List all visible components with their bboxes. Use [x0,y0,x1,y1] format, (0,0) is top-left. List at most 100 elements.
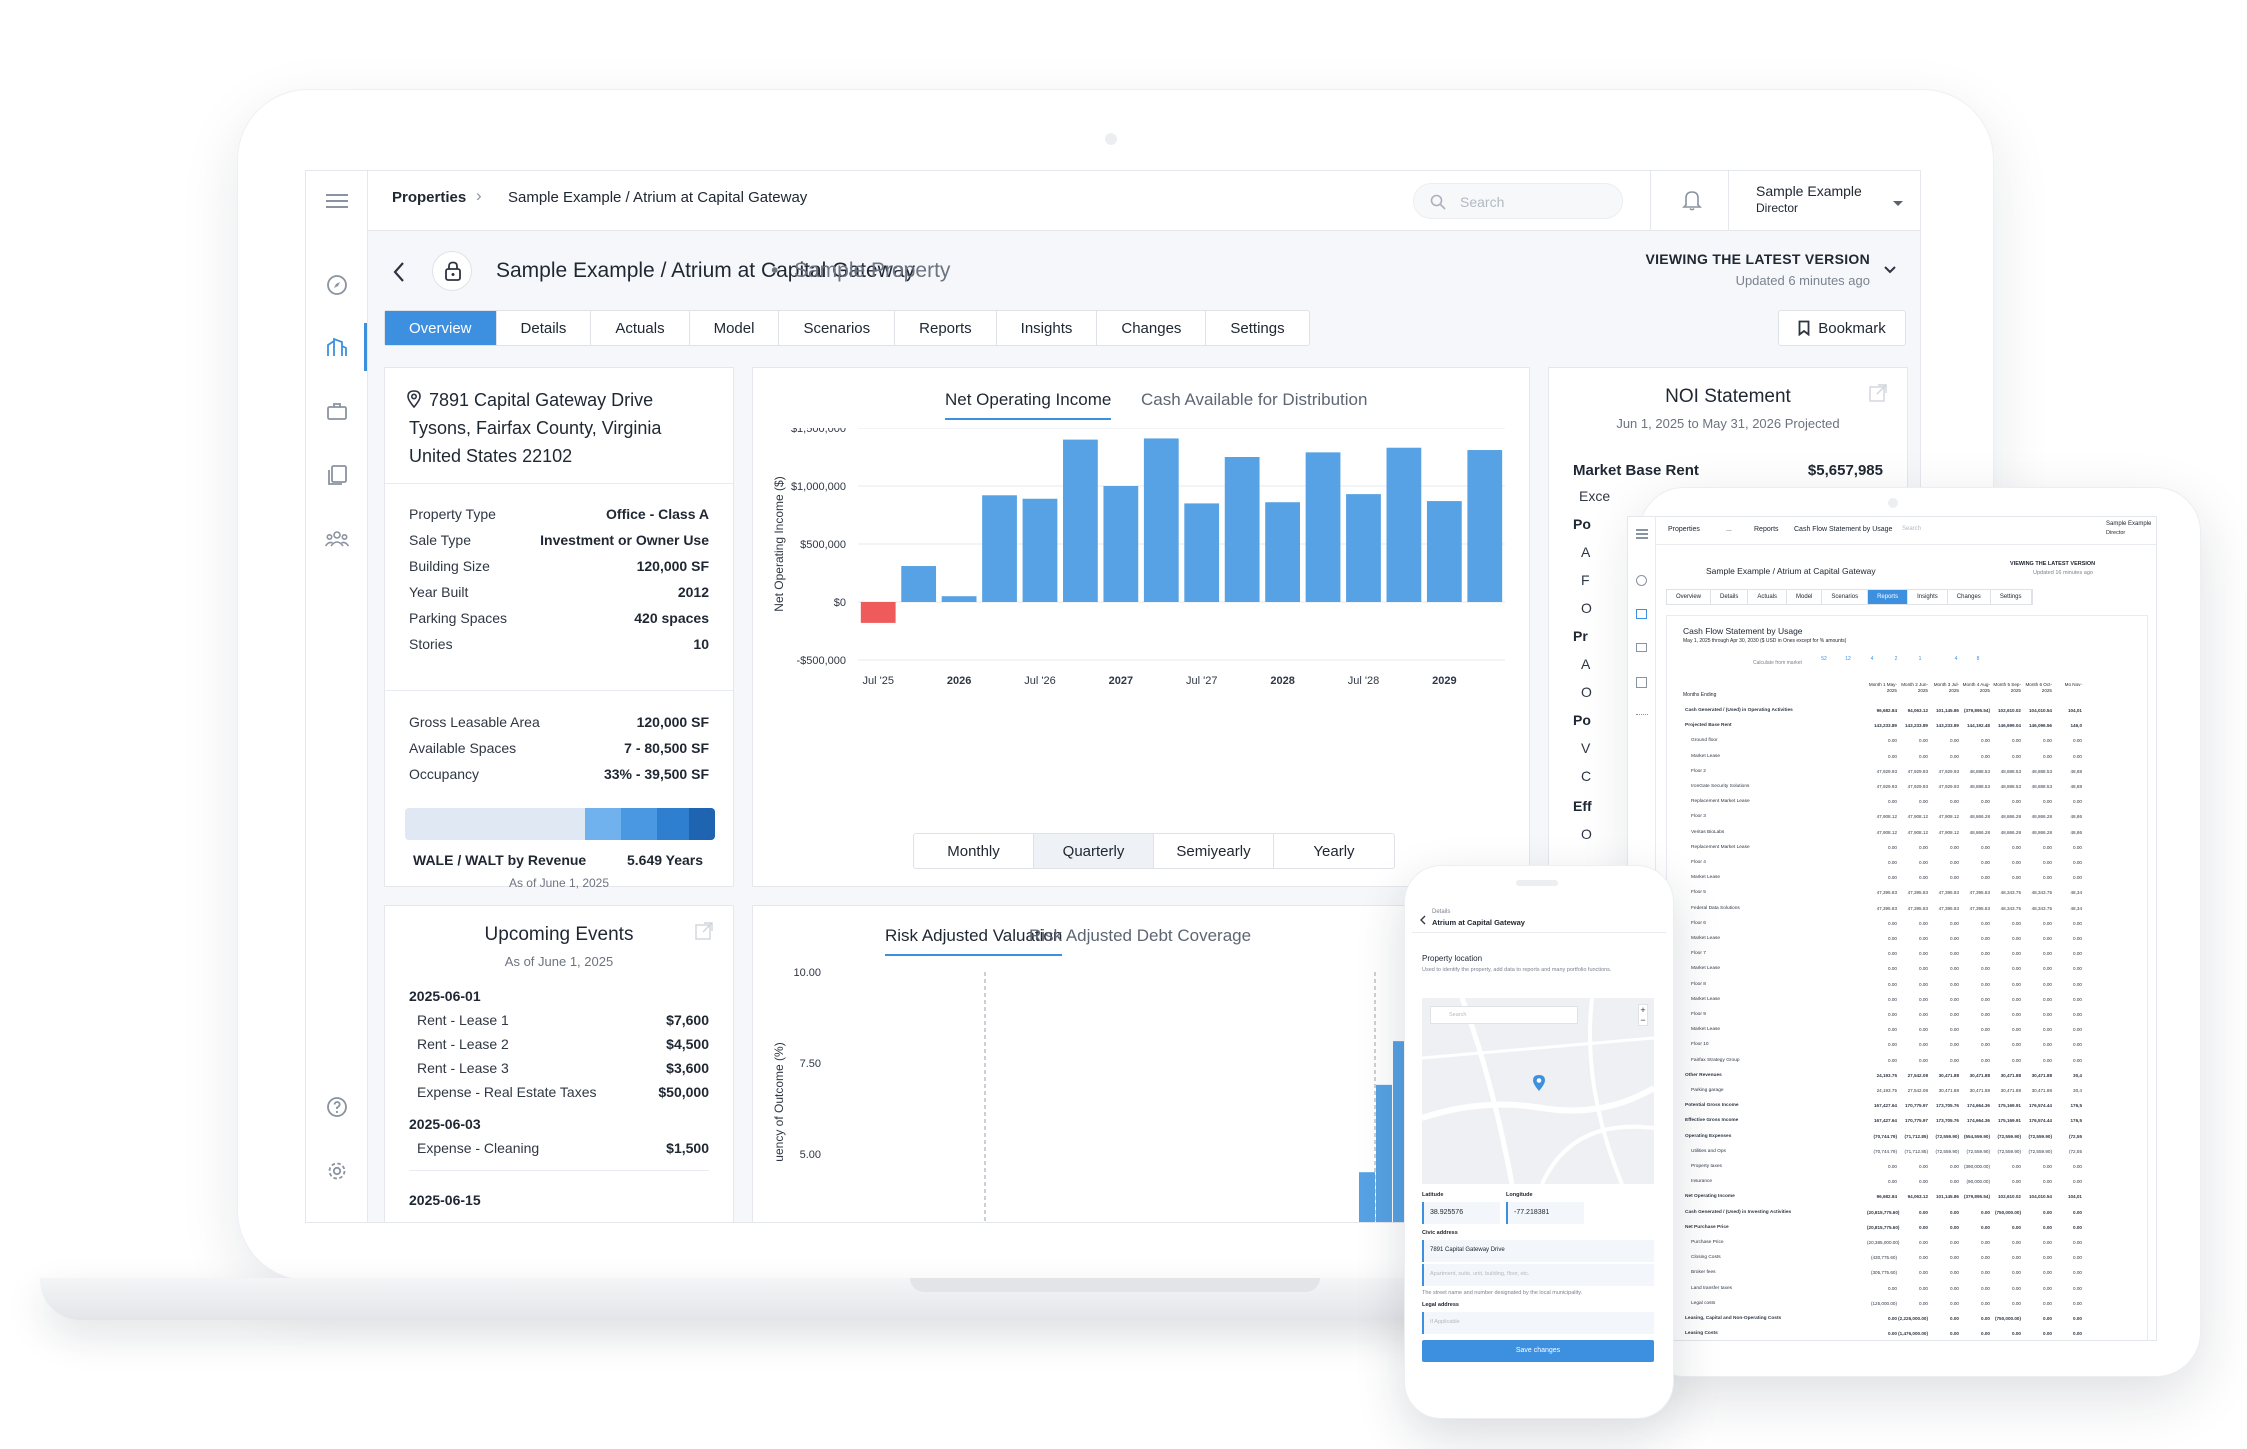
period-semiyearly[interactable]: Semiyearly [1154,834,1274,868]
briefcase-icon[interactable] [323,397,351,425]
gear-icon[interactable] [323,1157,351,1185]
version-selector[interactable]: VIEWING THE LATEST VERSION Updated 6 min… [1645,251,1900,288]
tab-actuals[interactable]: Actuals [591,311,690,345]
location-map[interactable]: Search + − [1422,998,1654,1184]
row-value: 0.00 [2073,966,2082,972]
chevron-down-icon[interactable] [1884,261,1896,279]
civic-address-line2-field[interactable]: Apartment, suite, unit, building, floor,… [1422,1264,1654,1286]
space-label: Occupancy [409,766,480,782]
search-icon [1430,194,1446,210]
period-monthly[interactable]: Monthly [914,834,1034,868]
table-row: Broker fees (305,775.60) 0.00 0.00 0.00 0.00 0… [1685,1270,2143,1280]
row-value: 0.00 [1919,860,1928,865]
bell-icon[interactable] [1682,189,1702,216]
event-value: $3,600 [666,1060,709,1076]
tab-scenarios[interactable]: Scenarios [779,311,896,345]
frequency-toggle[interactable]: 1 [1911,656,1929,662]
team-icon[interactable] [1636,714,1648,719]
tab-insights[interactable]: Insights [997,311,1098,345]
bookmark-button[interactable]: Bookmark [1778,310,1906,346]
tablet-topbar: Properties ... Reports Cash Flow Stateme… [1656,517,2156,545]
buildings-icon[interactable] [1636,609,1647,619]
map-search-input[interactable]: Search [1430,1006,1578,1024]
row-value: 48,343.75 [2000,905,2021,911]
external-link-icon[interactable] [695,922,713,945]
tab-reports[interactable]: Reports [895,311,997,345]
row-value: (72,559.90) [1935,1133,1960,1139]
team-icon[interactable] [323,525,351,553]
breadcrumb-ellipsis[interactable]: ... [1726,526,1732,533]
documents-icon[interactable] [1636,677,1647,688]
period-quarterly[interactable]: Quarterly [1034,834,1154,868]
table-row: Market Lease 0.00 0.00 0.00 0.00 0.00 0.00 0.00 [1685,936,2143,946]
menu-icon[interactable] [1636,529,1648,531]
tablet-tab-actuals[interactable]: Actuals [1748,590,1788,604]
breadcrumb-reports[interactable]: Reports [1754,526,1779,533]
tablet-tab-scenarios[interactable]: Scenarios [1822,590,1869,604]
chevron-down-icon[interactable] [1892,195,1904,213]
compass-icon[interactable] [323,271,351,299]
calculate-from-market-checkbox[interactable]: Calculate from market [1753,660,1802,666]
compass-icon[interactable] [1636,575,1647,586]
civic-address-field[interactable]: 7891 Capital Gateway Drive [1422,1240,1654,1262]
menu-icon[interactable] [323,187,351,215]
events-title: Upcoming Events [484,924,634,945]
event-row: Rent - Lease 1 $7,600 [417,1012,709,1028]
user-name[interactable]: Sample Example [1756,183,1862,199]
frequency-toggle[interactable]: 52 [1815,656,1833,662]
tablet-tab-details[interactable]: Details [1711,590,1749,604]
tab-risk-adjusted-debt-coverage[interactable]: Risk Adjusted Debt Coverage [1029,926,1251,946]
frequency-toggle[interactable]: 2 [1887,656,1905,662]
search-input[interactable]: Search [1902,526,1921,532]
lock-button[interactable] [432,251,472,291]
tablet-tab-changes[interactable]: Changes [1948,590,1991,604]
phone-breadcrumb[interactable]: Details [1432,909,1450,915]
tab-settings[interactable]: Settings [1206,311,1308,345]
legal-address-field[interactable]: If Applicable [1422,1312,1654,1334]
tablet-tab-overview[interactable]: Overview [1667,590,1712,604]
chevron-right-icon: › [476,186,482,205]
space-row: Available Spaces 7 - 80,500 SF [409,740,709,756]
frequency-toggle[interactable]: 4 [1863,656,1881,662]
row-value: 0.00 [1981,966,1990,972]
row-value: (2,226,000.00) [1898,1316,1928,1321]
tab-overview[interactable]: Overview [385,311,497,345]
buildings-icon[interactable] [323,333,351,361]
save-changes-button[interactable]: Save changes [1422,1340,1654,1362]
row-value: (71,712.85) [1904,1148,1929,1154]
external-link-icon[interactable] [1869,384,1887,407]
tablet-version-title[interactable]: VIEWING THE LATEST VERSION [2010,561,2095,567]
latitude-field[interactable]: 38.925576 [1422,1202,1500,1224]
row-value: 0.00 [1888,1057,1897,1063]
period-yearly[interactable]: Yearly [1274,834,1394,868]
breadcrumb-properties[interactable]: Properties [1668,526,1700,533]
frequency-toggle[interactable]: 12 [1839,656,1857,662]
breadcrumb-properties[interactable]: Properties [392,189,466,206]
search-input[interactable]: Search [1413,183,1623,219]
fact-row: Building Size 120,000 SF [409,558,709,574]
tab-model[interactable]: Model [690,311,780,345]
frequency-toggle[interactable]: 8 [1969,656,1987,662]
fact-row: Sale Type Investment or Owner Use [409,532,709,548]
tab-cash-available[interactable]: Cash Available for Distribution [1141,390,1367,410]
table-row: Net Operating Income 96,682.84 94,063.12 10… [1685,1194,2143,1204]
fact-label: Property Type [409,506,496,522]
tab-details[interactable]: Details [497,311,592,345]
top-bar: Properties › Sample Example / Atrium at … [368,171,1920,231]
tablet-tab-reports[interactable]: Reports [1868,590,1909,604]
tablet-tab-settings[interactable]: Settings [1991,590,2032,604]
statement-line: O [1581,600,1592,616]
zoom-controls[interactable]: + − [1638,1004,1648,1026]
back-arrow-icon[interactable] [1420,912,1426,930]
user-name[interactable]: Sample Example [2106,521,2151,527]
tab-net-operating-income[interactable]: Net Operating Income [945,390,1112,420]
frequency-toggle[interactable]: 4 [1947,656,1965,662]
help-icon[interactable] [323,1093,351,1121]
briefcase-icon[interactable] [1636,643,1647,652]
longitude-field[interactable]: -77.218381 [1506,1202,1584,1224]
back-arrow-icon[interactable] [392,261,406,288]
tablet-tab-model[interactable]: Model [1787,590,1823,604]
tab-changes[interactable]: Changes [1097,311,1207,345]
documents-icon[interactable] [323,461,351,489]
tablet-tab-insights[interactable]: Insights [1908,590,1948,604]
